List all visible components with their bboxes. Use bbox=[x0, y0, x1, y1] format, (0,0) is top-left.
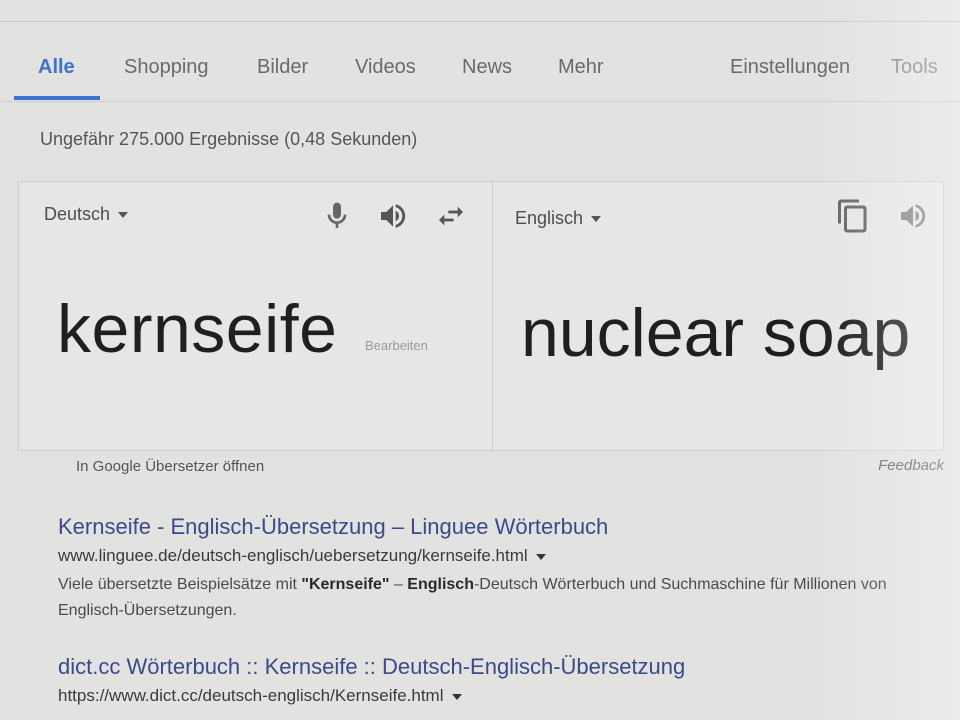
tab-news[interactable]: News bbox=[462, 56, 512, 79]
tab-shopping[interactable]: Shopping bbox=[124, 56, 209, 79]
url-dropdown-icon[interactable] bbox=[451, 693, 462, 700]
settings-link[interactable]: Einstellungen bbox=[730, 56, 850, 79]
snippet-bold: "Kernseife" bbox=[301, 576, 390, 593]
source-language-label: Deutsch bbox=[44, 204, 111, 224]
feedback-link[interactable]: Feedback bbox=[878, 457, 944, 474]
copy-icon[interactable] bbox=[835, 198, 871, 234]
tab-bilder[interactable]: Bilder bbox=[257, 56, 308, 79]
result-url: www.linguee.de/deutsch-englisch/ueberset… bbox=[58, 546, 938, 566]
tools-link[interactable]: Tools bbox=[891, 56, 938, 79]
snippet-bold: Englisch bbox=[407, 576, 474, 593]
search-tabs: Alle Shopping Bilder Videos News Mehr Ei… bbox=[0, 40, 960, 102]
open-in-translate-link[interactable]: In Google Übersetzer öffnen bbox=[76, 458, 264, 475]
active-tab-indicator bbox=[14, 96, 100, 100]
tab-mehr[interactable]: Mehr bbox=[558, 56, 604, 79]
microphone-icon[interactable] bbox=[321, 200, 353, 232]
result-stats: Ungefähr 275.000 Ergebnisse (0,48 Sekund… bbox=[40, 129, 418, 149]
url-dropdown-icon[interactable] bbox=[535, 553, 546, 560]
edit-link[interactable]: Bearbeiten bbox=[365, 338, 428, 353]
search-result: dict.cc Wörterbuch :: Kernseife :: Deuts… bbox=[58, 654, 938, 706]
source-language-select[interactable]: Deutsch bbox=[44, 204, 129, 225]
result-url: https://www.dict.cc/deutsch-englisch/Ker… bbox=[58, 686, 938, 706]
snippet-text: – bbox=[389, 576, 408, 593]
source-pane: Deutsch kernseife Bearbeiten bbox=[19, 182, 493, 450]
source-text[interactable]: kernseife bbox=[57, 290, 337, 368]
target-language-select[interactable]: Englisch bbox=[515, 208, 602, 229]
result-title-link[interactable]: dict.cc Wörterbuch :: Kernseife :: Deuts… bbox=[58, 654, 938, 680]
translated-text: nuclear soap bbox=[521, 295, 911, 371]
browser-top-edge bbox=[0, 0, 960, 22]
result-url-text: https://www.dict.cc/deutsch-englisch/Ker… bbox=[58, 686, 444, 705]
chevron-down-icon bbox=[591, 216, 602, 223]
speaker-icon[interactable] bbox=[377, 200, 409, 232]
translate-widget: Deutsch kernseife Bearbeiten Englisch nu… bbox=[18, 181, 944, 451]
tab-alle[interactable]: Alle bbox=[38, 56, 75, 79]
chevron-down-icon bbox=[118, 212, 129, 219]
result-snippet: Viele übersetzte Beispielsätze mit "Kern… bbox=[58, 572, 938, 624]
speaker-icon[interactable] bbox=[897, 200, 929, 232]
result-title-link[interactable]: Kernseife - Englisch-Übersetzung – Lingu… bbox=[58, 514, 938, 540]
target-language-label: Englisch bbox=[515, 208, 584, 228]
search-result: Kernseife - Englisch-Übersetzung – Lingu… bbox=[58, 514, 938, 624]
result-url-text: www.linguee.de/deutsch-englisch/ueberset… bbox=[58, 546, 528, 565]
tab-videos[interactable]: Videos bbox=[355, 56, 416, 79]
swap-languages-icon[interactable] bbox=[435, 200, 467, 232]
target-pane: Englisch nuclear soap bbox=[493, 182, 945, 450]
snippet-text: Viele übersetzte Beispielsätze mit bbox=[58, 576, 302, 593]
